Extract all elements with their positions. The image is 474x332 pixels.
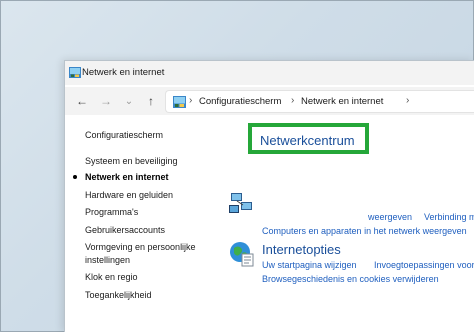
sidebar-item-configuratiescherm[interactable]: Configuratiescherm [85, 129, 163, 142]
recent-locations-chevron-icon[interactable]: ⌄ [120, 92, 138, 110]
breadcrumb-separator-icon: › [189, 95, 193, 106]
manage-addons-link[interactable]: Invoegtoepassingen voor [374, 260, 474, 270]
sidebar-item-vormgeving[interactable]: Vormgeving en persoonlijke [85, 241, 196, 254]
title-bar[interactable]: Netwerk en internet [65, 61, 474, 85]
sidebar-item-programmas[interactable]: Programma's [85, 206, 138, 219]
network-devices-link[interactable]: Computers en apparaten in het netwerk we… [262, 226, 467, 236]
sidebar-item-vormgeving-line2[interactable]: instellingen [85, 254, 130, 267]
network-center-icon [229, 193, 252, 213]
control-panel-icon [69, 67, 81, 78]
address-bar[interactable]: › Configuratiescherm › Netwerk en intern… [165, 90, 474, 113]
control-panel-window: Netwerk en internet ← → ⌄ ↑ › Configurat… [64, 60, 474, 332]
control-panel-icon [173, 96, 186, 108]
change-homepage-link[interactable]: Uw startpagina wijzigen [262, 260, 357, 270]
sidebar-item-gebruikersaccounts[interactable]: Gebruikersaccounts [85, 224, 165, 237]
sidebar-item-klok-en-regio[interactable]: Klok en regio [85, 271, 138, 284]
active-item-bullet-icon [73, 175, 77, 179]
sidebar-item-toegankelijkheid[interactable]: Toegankelijkheid [85, 289, 152, 302]
delete-history-link[interactable]: Browsegeschiedenis en cookies verwijdere… [262, 274, 439, 284]
network-center-title[interactable]: Netwerkcentrum [260, 133, 355, 148]
network-status-link[interactable]: weergeven [368, 212, 412, 222]
forward-arrow-icon[interactable]: → [97, 92, 115, 110]
sidebar-item-hardware-en-geluiden[interactable]: Hardware en geluiden [85, 189, 173, 202]
breadcrumb-separator-icon: › [406, 95, 410, 106]
breadcrumb-netwerk-en-internet[interactable]: Netwerk en internet [301, 96, 383, 107]
sidebar-item-systeem-en-beveiliging[interactable]: Systeem en beveiliging [85, 155, 178, 168]
internet-options-title[interactable]: Internetopties [262, 242, 341, 257]
internet-options-globe-icon [230, 242, 254, 267]
sidebar-item-netwerk-en-internet[interactable]: Netwerk en internet [85, 171, 169, 184]
navigation-bar: ← → ⌄ ↑ › Configuratiescherm › Netwerk e… [65, 87, 474, 115]
breadcrumb-separator-icon: › [291, 95, 295, 106]
breadcrumb-configuratiescherm[interactable]: Configuratiescherm [199, 96, 281, 107]
back-arrow-icon[interactable]: ← [73, 92, 91, 110]
up-arrow-icon[interactable]: ↑ [142, 92, 160, 110]
connect-network-link[interactable]: Verbinding m [424, 212, 474, 222]
window-title: Netwerk en internet [82, 67, 165, 78]
